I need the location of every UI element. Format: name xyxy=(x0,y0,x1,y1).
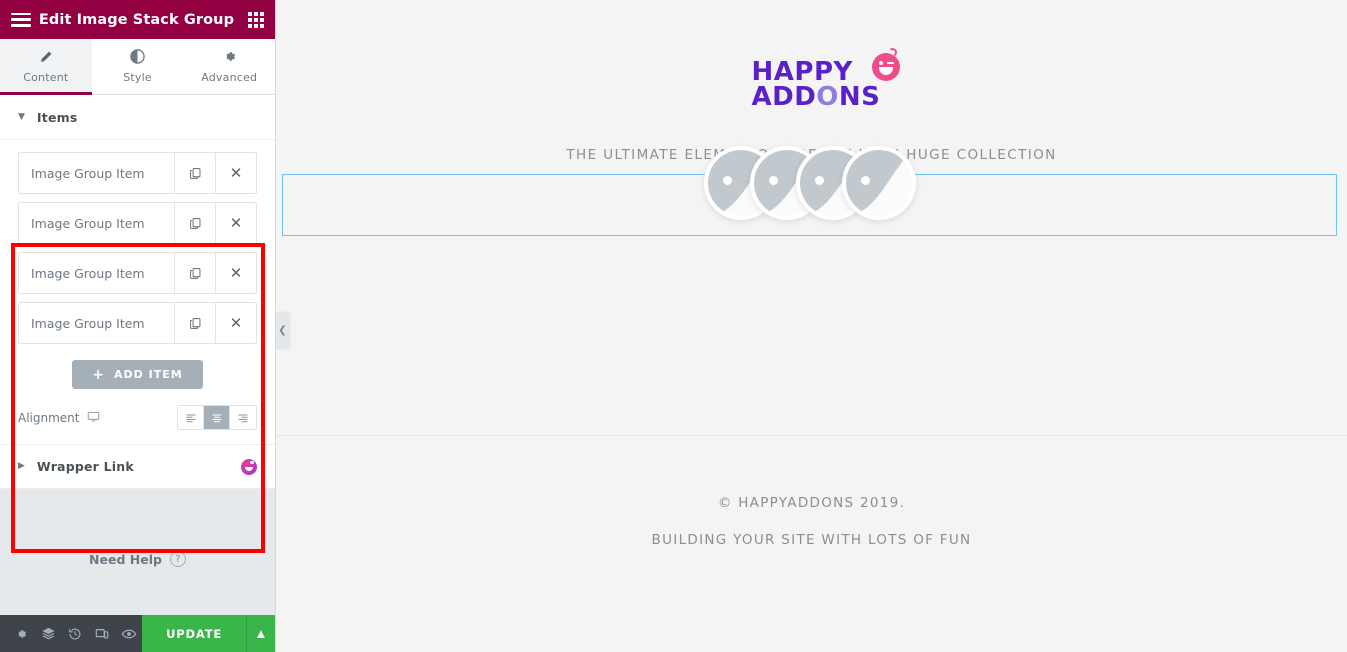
logo-line-2: ADDONS xyxy=(751,81,880,112)
copy-icon[interactable] xyxy=(174,203,215,243)
add-item-button[interactable]: + ADD ITEM xyxy=(72,360,203,389)
section-items-header[interactable]: ▼ Items xyxy=(0,95,275,140)
footer-tagline: BUILDING YOUR SITE WITH LOTS OF FUN xyxy=(651,532,972,548)
panel-footer: UPDATE ▲ xyxy=(0,615,275,652)
chevron-down-icon: ▼ xyxy=(18,111,25,122)
copy-icon[interactable] xyxy=(174,153,215,193)
list-item[interactable]: Image Group Item ✕ xyxy=(18,252,257,294)
alignment-control: Alignment xyxy=(18,389,257,444)
page-preview: HAPPY ADDONS THE ULTIMATE ELEMENTOR ADDO… xyxy=(276,0,1347,652)
update-group: UPDATE ▲ xyxy=(142,615,275,652)
list-item[interactable]: Image Group Item ✕ xyxy=(18,152,257,194)
preview-eye-icon[interactable] xyxy=(115,615,142,652)
plus-icon: + xyxy=(92,366,106,383)
tab-content[interactable]: Content xyxy=(0,39,92,95)
chevron-left-icon[interactable]: ❮ xyxy=(276,312,289,349)
site-logo-wrap: HAPPY ADDONS xyxy=(276,0,1347,112)
copy-icon[interactable] xyxy=(174,303,215,343)
list-item[interactable]: Image Group Item ✕ xyxy=(18,302,257,344)
logo-line-2-pre: ADD xyxy=(751,81,817,112)
tab-advanced[interactable]: Advanced xyxy=(183,39,276,94)
image-placeholder-icon[interactable] xyxy=(841,146,916,220)
update-options-caret-icon[interactable]: ▲ xyxy=(246,615,275,652)
image-stack-circles xyxy=(283,146,1336,220)
happy-face-icon xyxy=(871,47,900,81)
align-center-icon[interactable] xyxy=(204,406,230,429)
item-label: Image Group Item xyxy=(31,165,145,181)
pencil-icon xyxy=(39,49,53,64)
update-button[interactable]: UPDATE xyxy=(142,615,246,652)
grid-apps-icon[interactable] xyxy=(248,11,264,28)
close-x-icon[interactable]: ✕ xyxy=(215,253,256,293)
logo-line-2-o: O xyxy=(816,81,839,112)
alignment-options xyxy=(177,405,257,430)
image-stack-widget[interactable] xyxy=(282,146,1337,236)
happy-addons-icon xyxy=(241,458,257,475)
panel-body: ▼ Items Image Group Item ✕ Image Group I xyxy=(0,95,275,615)
need-help[interactable]: Need Help ? xyxy=(0,489,275,567)
align-right-icon[interactable] xyxy=(230,406,256,429)
editor-panel: Edit Image Stack Group Content Style Adv… xyxy=(0,0,276,652)
panel-header: Edit Image Stack Group xyxy=(0,0,275,39)
history-revisions-icon[interactable] xyxy=(62,615,89,652)
site-logo: HAPPY ADDONS xyxy=(751,47,900,112)
section-items-title: Items xyxy=(36,109,78,125)
item-label: Image Group Item xyxy=(31,265,145,281)
panel-tabs: Content Style Advanced xyxy=(0,39,276,95)
gear-icon xyxy=(222,49,237,64)
need-help-label: Need Help xyxy=(89,551,162,567)
layers-navigator-icon[interactable] xyxy=(35,615,62,652)
chevron-right-icon: ▶ xyxy=(18,461,25,471)
question-mark-icon[interactable]: ? xyxy=(169,551,186,567)
tab-advanced-label: Advanced xyxy=(201,71,258,84)
item-label: Image Group Item xyxy=(31,315,145,331)
desktop-icon[interactable] xyxy=(87,410,100,426)
close-x-icon[interactable]: ✕ xyxy=(215,203,256,243)
elementor-editor: Edit Image Stack Group Content Style Adv… xyxy=(0,0,1347,652)
preview-footer: © HAPPYADDONS 2019. BUILDING YOUR SITE W… xyxy=(276,495,1347,548)
align-left-icon[interactable] xyxy=(178,406,204,429)
close-x-icon[interactable]: ✕ xyxy=(215,303,256,343)
copy-icon[interactable] xyxy=(174,253,215,293)
tab-style[interactable]: Style xyxy=(91,39,184,94)
alignment-label: Alignment xyxy=(18,410,80,425)
alignment-label-group: Alignment xyxy=(18,410,177,426)
tab-content-label: Content xyxy=(23,71,69,84)
tab-style-label: Style xyxy=(123,71,152,84)
logo-line-2-post: NS xyxy=(838,81,881,112)
responsive-mode-icon[interactable] xyxy=(88,615,115,652)
close-x-icon[interactable]: ✕ xyxy=(215,153,256,193)
item-label: Image Group Item xyxy=(31,215,145,231)
add-item-label: ADD ITEM xyxy=(114,368,183,381)
list-item[interactable]: Image Group Item ✕ xyxy=(18,202,257,244)
contrast-circle-icon xyxy=(130,49,145,64)
settings-gear-icon[interactable] xyxy=(8,615,35,652)
items-repeater: Image Group Item ✕ Image Group Item ✕ Im… xyxy=(0,140,275,444)
section-divider xyxy=(276,435,1347,436)
section-wrapper-link-title: Wrapper Link xyxy=(36,459,134,474)
copyright-line: © HAPPYADDONS 2019. xyxy=(717,495,906,511)
section-wrapper-link-header[interactable]: ▶ Wrapper Link xyxy=(0,444,275,489)
panel-title: Edit Image Stack Group xyxy=(38,11,235,28)
add-item-row: + ADD ITEM xyxy=(18,352,257,389)
